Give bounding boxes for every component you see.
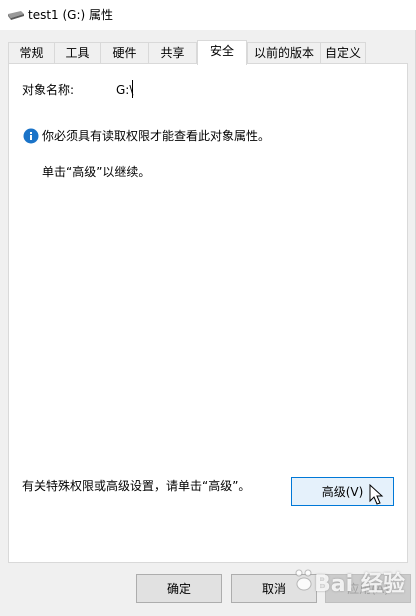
object-name-value: G:\	[116, 83, 134, 97]
object-name-label: 对象名称:	[22, 83, 75, 97]
window-title: test1 (G:) 属性	[28, 8, 114, 22]
continue-hint: 单击“高级”以继续。	[42, 165, 151, 179]
security-panel: 对象名称: G:\ 你必须具有读取权限才能查看此对象属性。 单击“高级”以继续。…	[8, 63, 408, 563]
info-icon	[23, 128, 39, 144]
advanced-hint: 有关特殊权限或高级设置，请单击“高级”。	[22, 479, 251, 493]
title-bar[interactable]: test1 (G:) 属性	[0, 0, 416, 30]
tab-customize[interactable]: 自定义	[320, 42, 366, 63]
tab-previous-versions[interactable]: 以前的版本	[247, 42, 321, 63]
drive-icon	[8, 11, 24, 20]
text-caret	[132, 80, 133, 98]
tab-security[interactable]: 安全	[197, 40, 247, 65]
info-message: 你必须具有读取权限才能查看此对象属性。	[42, 129, 271, 143]
ok-button[interactable]: 确定	[136, 574, 222, 603]
tab-hardware[interactable]: 硬件	[100, 42, 149, 63]
cancel-button[interactable]: 取消	[231, 574, 317, 603]
tab-strip: 常规 工具 硬件 共享 安全 以前的版本 自定义	[0, 40, 416, 65]
properties-dialog: test1 (G:) 属性 常规 工具 硬件 共享 安全 以前的版本 自定义 对…	[0, 0, 416, 616]
tab-general[interactable]: 常规	[8, 42, 55, 63]
tab-tools[interactable]: 工具	[54, 42, 101, 63]
apply-button[interactable]: 应用(A)	[325, 574, 411, 603]
tab-sharing[interactable]: 共享	[148, 42, 197, 63]
mouse-pointer-icon	[369, 484, 384, 505]
